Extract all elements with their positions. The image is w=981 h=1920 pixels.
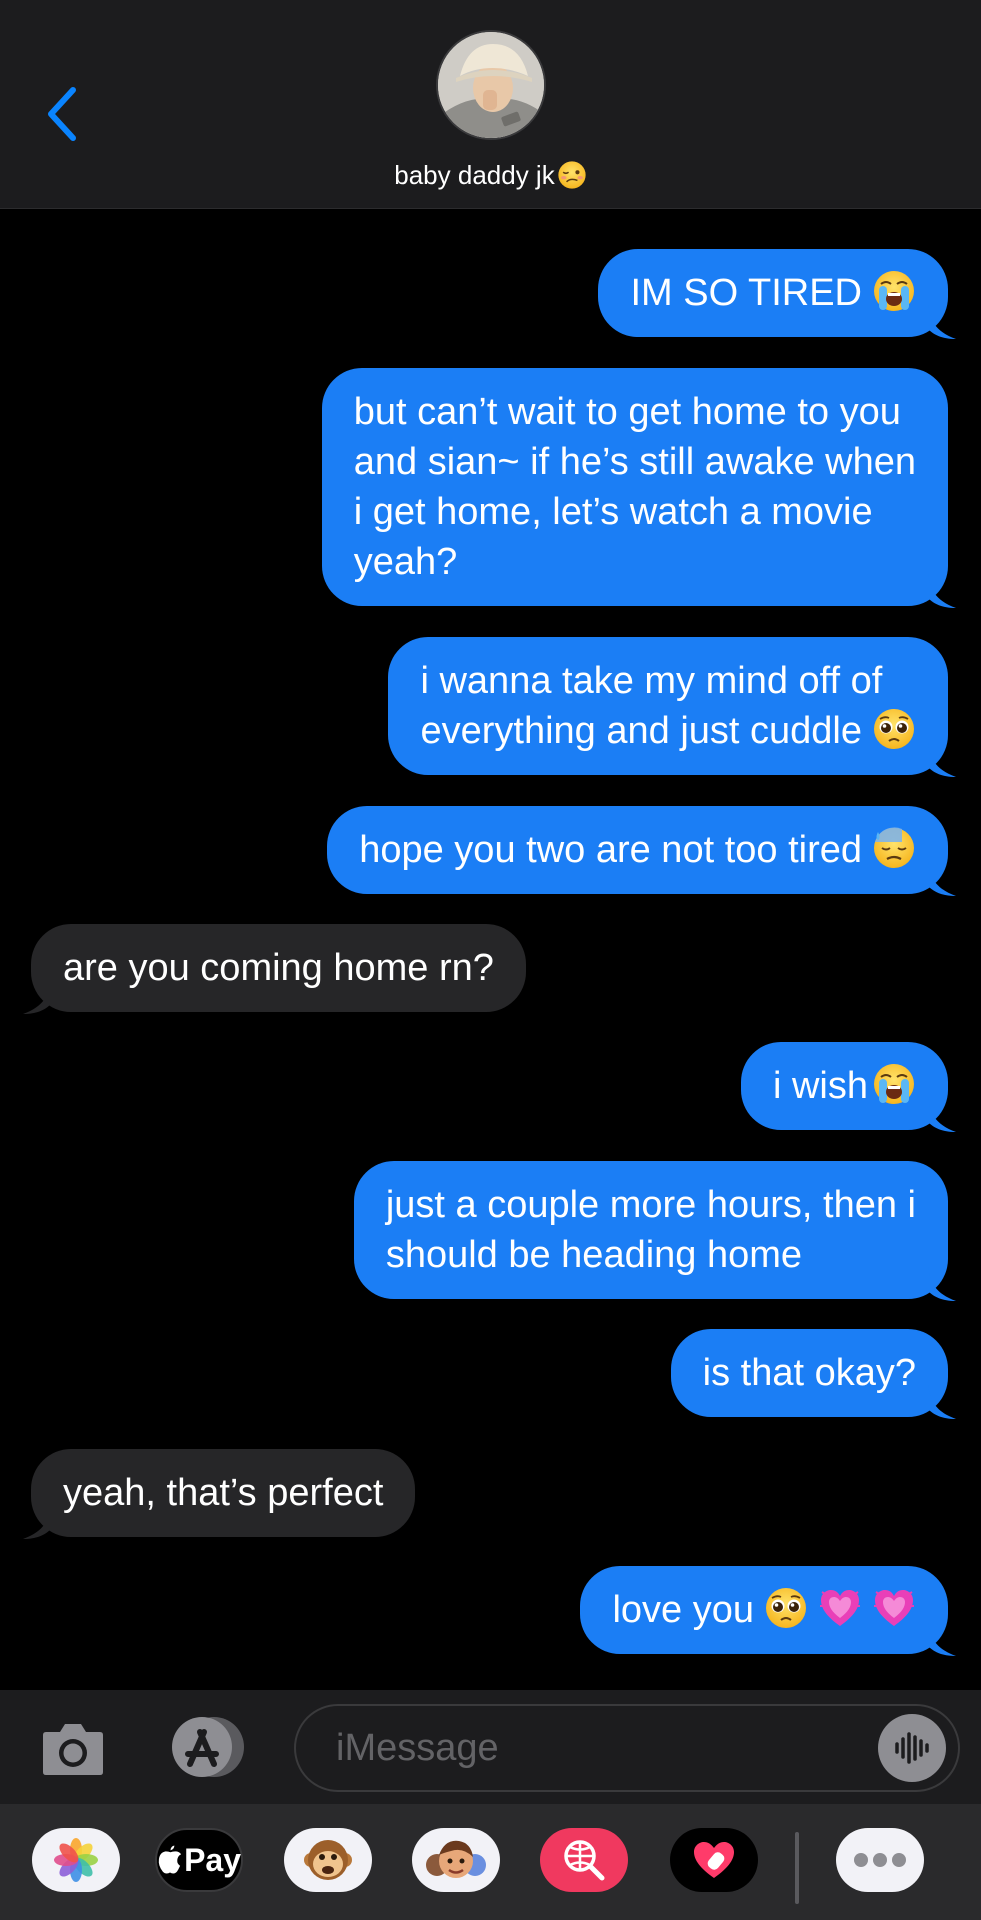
message-text: i wish [772, 1065, 868, 1107]
app-drawer: Pay [0, 1804, 981, 1920]
more-apps-button[interactable] [836, 1828, 924, 1892]
message-text-line: just a couple more hours, then i [385, 1184, 916, 1226]
drawer-divider [795, 1832, 799, 1904]
avatar-photo [438, 32, 544, 138]
pleading-face-icon [872, 707, 916, 751]
photos-app-button[interactable] [32, 1828, 120, 1892]
bubble-tail [928, 862, 958, 896]
photos-icon [54, 1838, 98, 1882]
message-bubble-sent[interactable]: IM SO TIRED [598, 249, 948, 337]
message-bubble-sent[interactable]: i wish [740, 1042, 948, 1130]
message-text: love you [612, 1589, 754, 1631]
bubble-tail [928, 1267, 958, 1301]
app-store-icon [172, 1717, 244, 1777]
message-text: IM SO TIRED [630, 272, 862, 314]
app-store-button[interactable] [164, 1714, 250, 1780]
message-bubble-sent[interactable]: love you [580, 1566, 948, 1654]
message-bubble-received[interactable]: are you coming home rn? [31, 924, 526, 1012]
message-text-line: i wanna take my mind off of [420, 660, 883, 702]
compose-bar [0, 1690, 981, 1804]
contact-name-row[interactable]: baby daddy jk [0, 158, 981, 192]
message-text: is that okay? [702, 1352, 916, 1394]
downcast-face-with-sweat-icon [872, 826, 916, 870]
digital-touch-app-button[interactable] [670, 1828, 758, 1892]
camera-button[interactable] [40, 1718, 106, 1778]
camera-icon [43, 1724, 103, 1775]
message-bubble-sent[interactable]: just a couple more hours, then i should … [353, 1161, 948, 1299]
images-search-app-button[interactable] [540, 1828, 628, 1892]
chevron-left-icon [48, 87, 76, 141]
loudly-crying-face-icon [872, 1062, 916, 1106]
audio-waveform-icon [895, 1732, 929, 1764]
loudly-crying-face-icon [872, 269, 916, 313]
memoji-icon [426, 1840, 486, 1878]
apple-logo-icon [158, 1845, 182, 1874]
message-bubble-sent[interactable]: but can’t wait to get home to you and si… [321, 368, 948, 606]
growing-heart-icon [818, 1586, 862, 1630]
message-bubble-sent[interactable]: i wanna take my mind off of everything a… [388, 637, 948, 775]
more-icon [854, 1853, 906, 1867]
apple-pay-button[interactable]: Pay [155, 1828, 243, 1892]
message-bubble-sent[interactable]: is that okay? [670, 1329, 948, 1417]
message-text-line: and sian~ if he’s still awake when [353, 441, 916, 483]
bubble-tail [928, 1622, 958, 1656]
message-text: are you coming home rn? [63, 947, 494, 989]
conversation-header: baby daddy jk [0, 0, 981, 209]
apple-pay-label: Pay [184, 1841, 241, 1878]
back-button[interactable] [40, 84, 84, 144]
bubble-tail [928, 1098, 958, 1132]
pleading-face-icon [764, 1586, 808, 1630]
bubble-tail [928, 574, 958, 608]
bubble-tail [21, 1505, 51, 1539]
bubble-tail [928, 305, 958, 339]
imessage-input[interactable] [294, 1704, 960, 1792]
animoji-app-button[interactable] [284, 1828, 372, 1892]
message-text-line: should be heading home [385, 1234, 803, 1276]
woozy-face-icon [557, 160, 587, 190]
memoji-app-button[interactable] [412, 1828, 500, 1892]
message-text-line: but can’t wait to get home to you [353, 391, 901, 433]
bubble-tail [928, 1385, 958, 1419]
contact-avatar[interactable] [436, 30, 546, 140]
message-text: hope you two are not too tired [359, 829, 862, 871]
bubble-tail [928, 743, 958, 777]
growing-heart-icon [872, 1586, 916, 1630]
message-text: yeah, that’s perfect [63, 1472, 384, 1514]
message-bubble-received[interactable]: yeah, that’s perfect [31, 1449, 416, 1537]
digital-touch-heart-icon [694, 1842, 734, 1878]
message-bubble-sent[interactable]: hope you two are not too tired [327, 806, 948, 894]
message-text-line: everything and just cuddle [420, 710, 862, 752]
voice-message-button[interactable] [878, 1714, 946, 1782]
contact-name: baby daddy jk [394, 160, 555, 190]
globe-search-icon [564, 1840, 605, 1881]
message-text-line: yeah? [353, 541, 458, 583]
monkey-animoji-icon [304, 1840, 352, 1880]
message-thread[interactable]: IM SO TIRED but can’t wait to get home t… [0, 209, 981, 1689]
message-text-line: i get home, let’s watch a movie [353, 491, 873, 533]
bubble-tail [21, 980, 51, 1014]
